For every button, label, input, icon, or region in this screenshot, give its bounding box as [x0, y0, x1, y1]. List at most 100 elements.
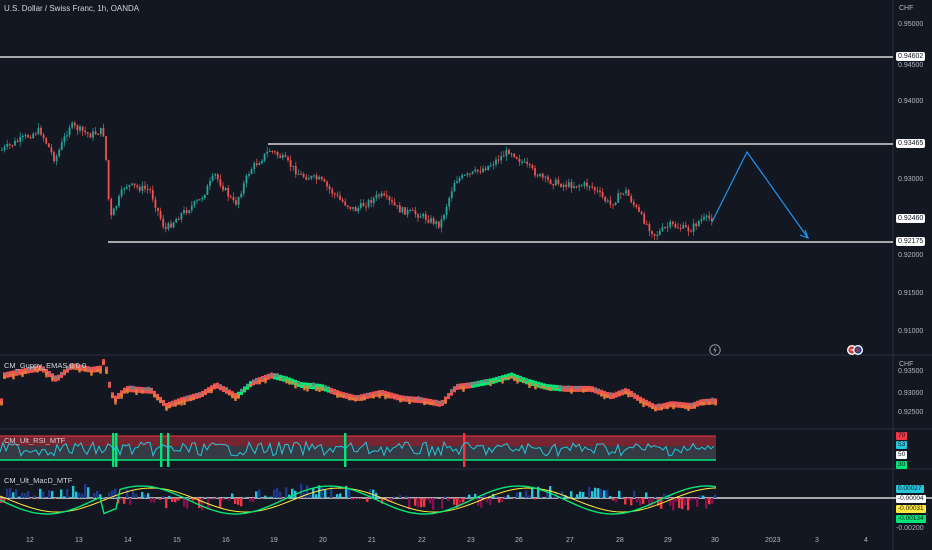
candle-body: [531, 165, 534, 168]
macd-histogram-bar: [486, 498, 489, 503]
macd-histogram-bar: [237, 498, 240, 505]
macd-histogram-bar: [219, 498, 222, 508]
macd-histogram-bar: [552, 497, 555, 498]
macd-indicator-label[interactable]: CM_Ult_MacD_MTF: [4, 476, 72, 485]
candle-body: [661, 227, 664, 231]
candle-body: [183, 210, 185, 214]
macd-histogram-bar: [693, 498, 696, 500]
candle-body: [245, 175, 248, 184]
price-label-092460[interactable]: 0.92460: [896, 214, 926, 223]
candle-body: [684, 224, 687, 228]
macd-histogram-bar: [6, 488, 9, 498]
candle-body: [518, 158, 521, 162]
candle-body: [391, 200, 393, 203]
candle-body: [614, 202, 617, 206]
candle-body: [484, 168, 487, 171]
candle-body: [297, 173, 300, 175]
candle-body: [110, 198, 113, 216]
macd-histogram-bar: [351, 498, 354, 501]
macd-histogram-bar: [519, 492, 522, 498]
candle-body: [253, 163, 256, 170]
chart-canvas[interactable]: [0, 0, 932, 550]
price-tick: 0.95000: [898, 21, 924, 28]
candle-body: [84, 130, 87, 133]
candle-body: [656, 234, 659, 236]
candle-body: [411, 209, 414, 211]
candle-body: [466, 173, 469, 175]
candle-body: [695, 223, 698, 227]
candle-body: [521, 161, 523, 163]
candle-body: [198, 199, 201, 201]
candle-body: [401, 207, 404, 213]
guppy-indicator-label[interactable]: CM_Guppy_EMAS 0 0 0: [4, 361, 86, 370]
candle-body: [34, 133, 37, 135]
candle-body: [128, 184, 131, 187]
candle-body: [596, 190, 599, 192]
candle-body: [586, 182, 588, 187]
macd-histogram-bar: [696, 498, 699, 507]
candle-body: [599, 190, 601, 193]
macd-histogram-bar: [501, 498, 504, 503]
candle-body: [138, 187, 141, 191]
candle-body: [349, 206, 352, 209]
rsi-pane: [0, 433, 716, 467]
time-label: 15: [173, 537, 181, 544]
candle-body: [32, 133, 35, 139]
guppy-tick: 0.93000: [898, 390, 924, 397]
macd-histogram-bar: [513, 498, 516, 499]
candle-body: [71, 122, 74, 128]
time-label: 14: [124, 537, 132, 544]
candle-body: [27, 135, 29, 138]
candle-body: [482, 168, 484, 173]
candle-body: [323, 179, 326, 182]
candle-body: [29, 137, 32, 139]
candle-body: [479, 171, 482, 173]
macd-histogram-bar: [429, 498, 432, 504]
macd-histogram-bar: [39, 488, 42, 498]
candle-body: [456, 181, 458, 184]
macd-histogram-bar: [51, 491, 54, 498]
candle-body: [141, 185, 144, 191]
candle-body: [354, 207, 357, 212]
macd-value-4: -0.00134: [896, 515, 926, 523]
macd-histogram-bar: [597, 488, 600, 498]
candle-body: [300, 173, 302, 175]
candle-body: [398, 205, 401, 213]
macd-histogram-bar: [9, 488, 12, 498]
candle-body: [645, 223, 648, 225]
macd-histogram-bar: [366, 498, 369, 502]
macd-histogram-bar: [255, 491, 258, 498]
candle-body: [307, 178, 310, 180]
macd-value-5: -0.00200: [896, 525, 924, 532]
macd-histogram-bar: [636, 498, 639, 503]
macd-histogram-bar: [462, 498, 465, 503]
macd-histogram-bar: [264, 495, 267, 498]
candle-body: [81, 126, 84, 131]
candle-body: [612, 204, 614, 206]
rsi-signal-bar: [344, 433, 347, 467]
lightning-icon[interactable]: [709, 343, 721, 361]
price-label-094602[interactable]: 0.94602: [896, 52, 926, 61]
price-label-092175[interactable]: 0.92175: [896, 237, 926, 246]
candle-body: [677, 227, 679, 229]
candle-body: [437, 221, 440, 228]
macd-histogram-bar: [21, 492, 24, 498]
candle-body: [346, 205, 349, 207]
rsi-indicator-label[interactable]: CM_Ult_RSI_MTF: [4, 436, 65, 445]
candle-body: [97, 133, 100, 135]
candle-body: [47, 143, 50, 148]
macd-histogram-bar: [630, 498, 633, 506]
candle-body: [562, 184, 565, 187]
candle-body: [705, 215, 708, 217]
candle-body: [136, 185, 139, 188]
macd-histogram-bar: [534, 498, 537, 500]
macd-histogram-bar: [168, 495, 171, 498]
candle-body: [14, 140, 16, 146]
price-label-093465[interactable]: 0.93465: [896, 139, 926, 148]
candle-body: [333, 193, 336, 195]
projection-path[interactable]: [711, 150, 809, 239]
flag-icon[interactable]: [846, 343, 864, 361]
rsi-value-30: 30: [896, 461, 908, 469]
macd-histogram-bar: [420, 498, 423, 508]
macd-histogram-bar: [165, 498, 168, 509]
